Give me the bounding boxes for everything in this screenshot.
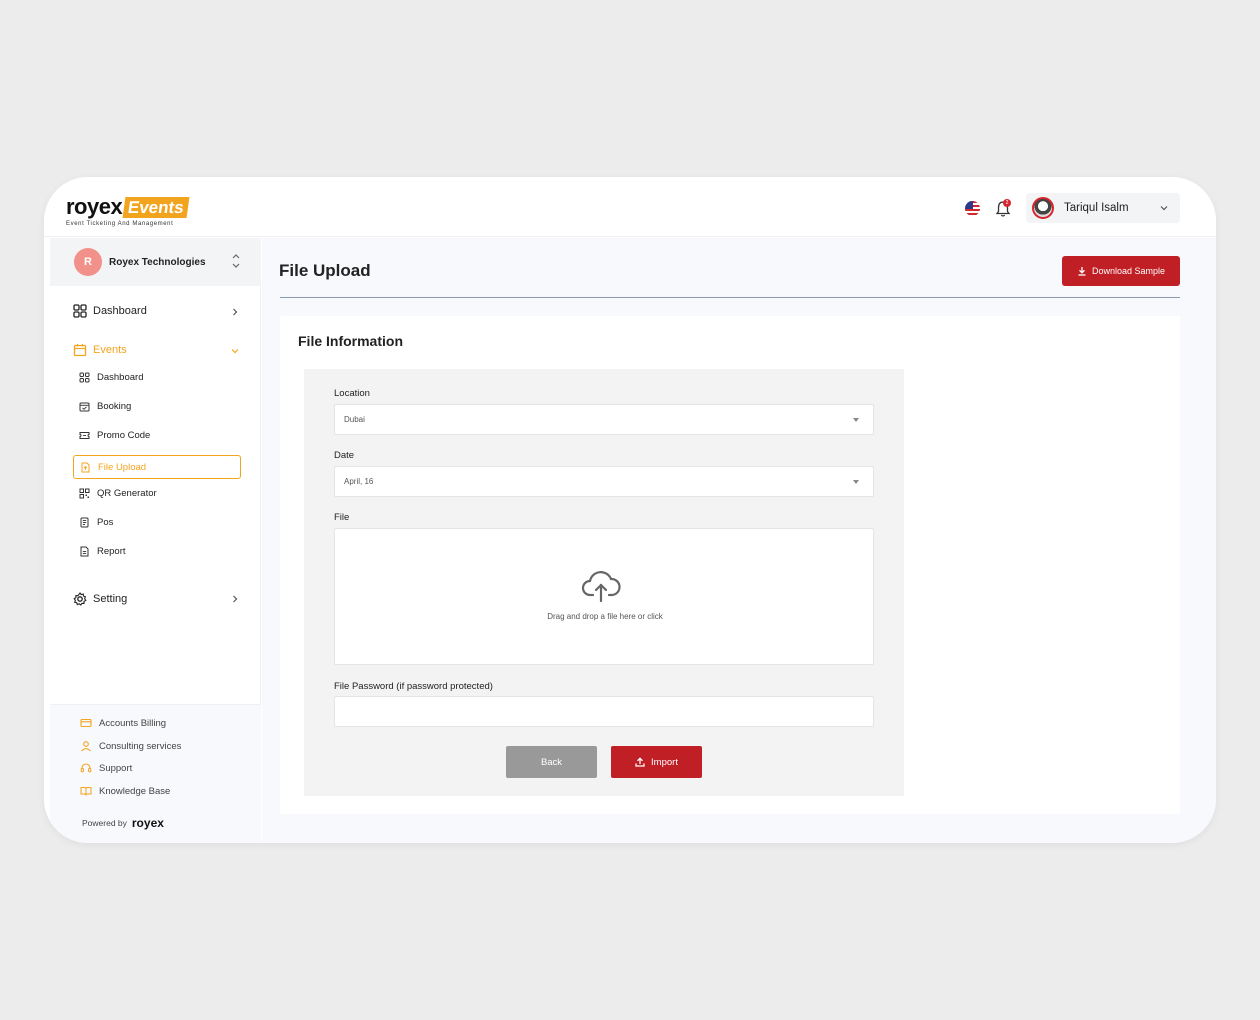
import-button[interactable]: Import <box>611 746 702 778</box>
sidebar-subitem-promo-code[interactable]: Promo Code <box>79 423 150 447</box>
app-window: royex Events Event Ticketing And Managem… <box>44 177 1216 843</box>
back-button[interactable]: Back <box>506 746 597 778</box>
sidebar-subitem-label: File Upload <box>98 461 147 473</box>
footer-item-label: Support <box>99 762 133 774</box>
date-select[interactable]: April, 16 <box>334 466 874 497</box>
royex-events-logo[interactable]: royex Events Event Ticketing And Managem… <box>66 194 190 227</box>
sidebar-item-label: Dashboard <box>93 305 147 317</box>
org-name: Royex Technologies <box>109 256 206 268</box>
logo-events: Events <box>122 196 190 218</box>
date-label: Date <box>334 450 355 461</box>
sidebar: R Royex Technologies Dashboard Events Da… <box>50 238 261 843</box>
grid-icon <box>79 372 90 382</box>
avatar <box>1032 197 1054 219</box>
file-icon <box>81 462 90 472</box>
sidebar-subitem-label: QR Generator <box>97 487 157 499</box>
headset-icon <box>80 763 92 773</box>
sidebar-footer: Accounts Billing Consulting services Sup… <box>50 704 261 843</box>
file-dropzone[interactable]: Drag and drop a file here or click <box>334 528 874 665</box>
grid-icon <box>73 304 87 318</box>
upload-form: Location Dubai Date April, 16 File Drag … <box>304 369 904 796</box>
download-icon <box>1078 267 1086 276</box>
sidebar-footer-knowledge-base[interactable]: Knowledge Base <box>80 785 170 797</box>
sidebar-subitem-label: Promo Code <box>97 429 151 441</box>
user-menu[interactable]: Tariqul Isalm <box>1026 193 1180 223</box>
sidebar-subitem-pos[interactable]: Pos <box>79 510 113 534</box>
sidebar-footer-support[interactable]: Support <box>80 762 132 774</box>
cloud-upload-icon <box>581 571 621 603</box>
upload-icon <box>635 757 645 767</box>
calendar-icon <box>73 344 87 357</box>
receipt-icon <box>80 517 89 527</box>
title-divider <box>280 297 1180 298</box>
sidebar-item-label: Events <box>93 344 127 356</box>
footer-item-label: Accounts Billing <box>99 717 167 729</box>
main-content: File Upload Download Sample File Informa… <box>262 238 1216 843</box>
notification-badge: 2 <box>1003 199 1011 207</box>
qr-icon <box>79 488 90 498</box>
report-icon <box>80 546 89 556</box>
powered-by: Powered by royex <box>82 816 164 830</box>
credit-card-icon <box>80 718 92 728</box>
file-password-label: File Password (if password protected) <box>334 681 493 692</box>
us-flag-icon[interactable] <box>965 201 980 216</box>
chevron-right-icon <box>233 595 238 603</box>
gear-icon <box>73 592 87 606</box>
chevron-down-icon <box>1160 206 1168 211</box>
sidebar-item-dashboard[interactable]: Dashboard <box>73 304 147 318</box>
sidebar-subitem-file-upload[interactable]: File Upload <box>73 455 241 479</box>
ticket-icon <box>79 431 90 439</box>
download-sample-button[interactable]: Download Sample <box>1062 256 1180 286</box>
calendar-check-icon <box>79 402 90 411</box>
caret-down-icon <box>853 480 859 484</box>
sidebar-subitem-label: Pos <box>97 516 114 528</box>
location-select[interactable]: Dubai <box>334 404 874 435</box>
sidebar-footer-accounts-billing[interactable]: Accounts Billing <box>80 717 166 729</box>
caret-down-icon <box>853 418 859 422</box>
sidebar-item-events[interactable]: Events <box>73 343 127 357</box>
location-label: Location <box>334 388 370 399</box>
import-label: Import <box>651 756 678 768</box>
footer-item-label: Consulting services <box>99 740 182 752</box>
dropzone-text: Drag and drop a file here or click <box>547 612 663 621</box>
sidebar-item-label: Setting <box>93 593 128 605</box>
page-title: File Upload <box>279 261 371 280</box>
sidebar-subitem-label: Dashboard <box>97 371 144 383</box>
sidebar-subitem-booking[interactable]: Booking <box>79 394 131 418</box>
date-value: April, 16 <box>344 477 374 486</box>
user-icon <box>81 741 91 752</box>
footer-item-label: Knowledge Base <box>99 785 171 797</box>
logo-tagline: Event Ticketing And Management <box>66 221 174 227</box>
powered-by-text: Powered by <box>82 818 127 828</box>
download-sample-label: Download Sample <box>1091 266 1166 276</box>
sidebar-subitem-qr-generator[interactable]: QR Generator <box>79 481 157 505</box>
sidebar-subitem-dashboard[interactable]: Dashboard <box>79 365 143 389</box>
user-name: Tariqul Isalm <box>1064 202 1129 214</box>
top-bar: royex Events Event Ticketing And Managem… <box>44 177 1216 237</box>
file-information-card: File Information Location Dubai Date Apr… <box>280 316 1180 814</box>
sidebar-subitem-report[interactable]: Report <box>79 539 126 563</box>
royex-logo: royex <box>131 816 164 830</box>
file-label: File <box>334 512 350 523</box>
logo-brand: royex <box>66 194 123 219</box>
chevron-down-icon <box>231 349 239 354</box>
chevron-up-down-icon <box>232 254 240 268</box>
org-switcher[interactable]: R Royex Technologies <box>50 238 261 286</box>
org-avatar: R <box>74 248 102 276</box>
book-icon <box>80 787 92 796</box>
sidebar-item-setting[interactable]: Setting <box>73 592 127 606</box>
sidebar-subitem-label: Booking <box>97 400 132 412</box>
sidebar-footer-consulting[interactable]: Consulting services <box>80 740 181 752</box>
file-password-input[interactable] <box>334 696 874 727</box>
location-value: Dubai <box>344 415 365 424</box>
card-title: File Information <box>298 333 403 349</box>
chevron-right-icon <box>233 308 238 316</box>
sidebar-subitem-label: Report <box>97 545 126 557</box>
